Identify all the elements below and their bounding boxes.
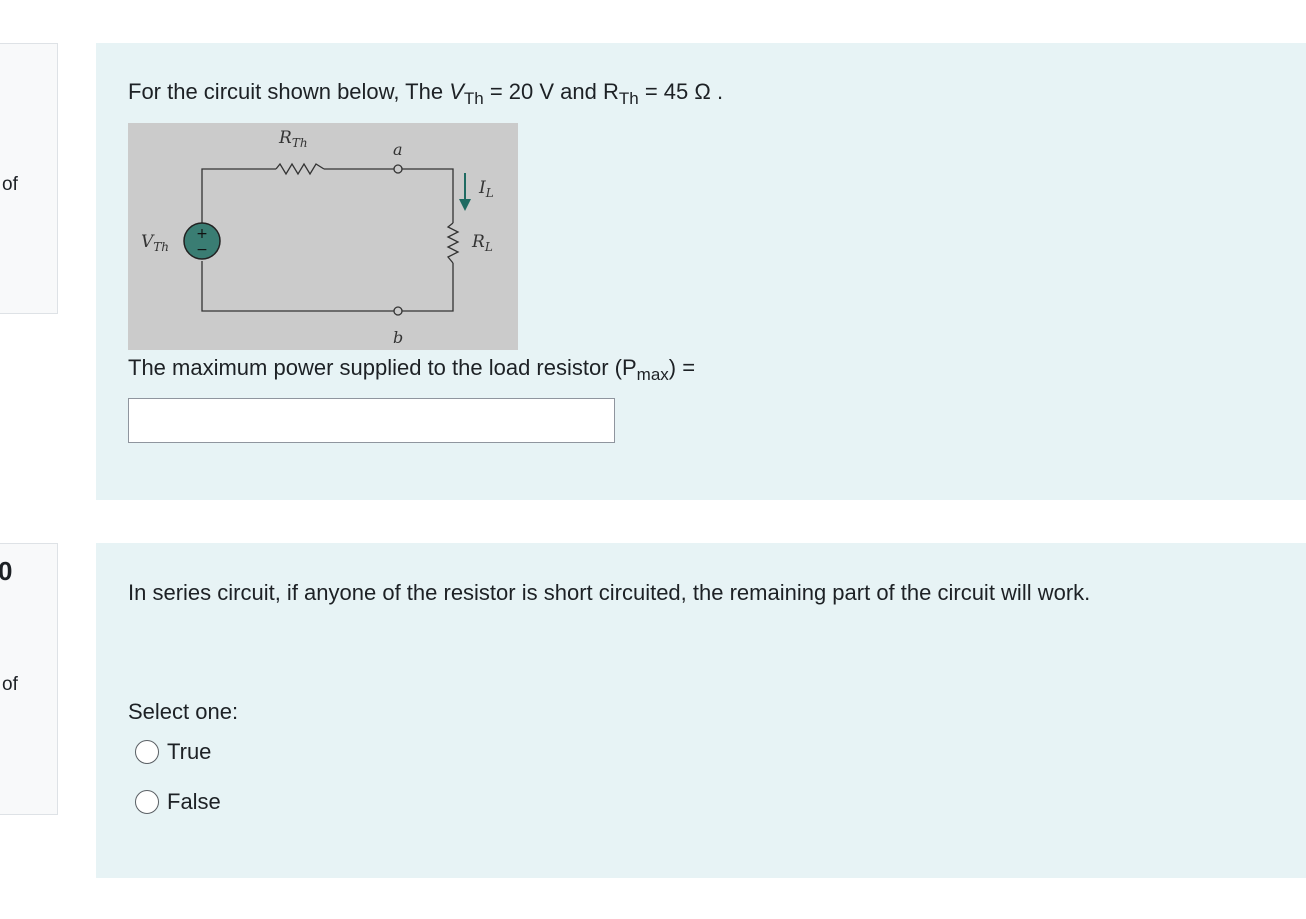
answer-input[interactable] bbox=[128, 398, 615, 443]
il-label: IL bbox=[478, 178, 494, 200]
radio-true[interactable] bbox=[135, 740, 159, 764]
current-arrow-head bbox=[459, 199, 471, 211]
question-1-prompt: For the circuit shown below, The VTh = 2… bbox=[128, 79, 724, 108]
rl-resistor-symbol bbox=[446, 222, 460, 264]
rth-resistor-symbol bbox=[275, 162, 325, 176]
wire-bottom-right bbox=[402, 263, 454, 312]
wire-bottom-left bbox=[201, 261, 394, 312]
vth-label: VTh bbox=[141, 232, 169, 254]
answer-prompt: The maximum power supplied to the load r… bbox=[128, 355, 696, 384]
terminal-a bbox=[393, 164, 403, 174]
option-true-label: True bbox=[167, 739, 212, 764]
question-1-info-of: of bbox=[2, 174, 18, 195]
question-2-prompt: In series circuit, if anyone of the resi… bbox=[128, 580, 1091, 605]
radio-false[interactable] bbox=[135, 790, 159, 814]
question-1-info: of bbox=[0, 43, 58, 314]
node-b-label: b bbox=[393, 328, 403, 347]
node-a-label: a bbox=[393, 140, 403, 159]
question-1-content: For the circuit shown below, The VTh = 2… bbox=[96, 43, 1306, 500]
terminal-b bbox=[393, 306, 403, 316]
source-plus-sign: + bbox=[196, 226, 208, 242]
option-false[interactable]: False bbox=[135, 789, 221, 815]
question-2-content: In series circuit, if anyone of the resi… bbox=[96, 543, 1306, 878]
question-2-info: 0 of bbox=[0, 543, 58, 815]
option-true[interactable]: True bbox=[135, 739, 211, 765]
select-one-label: Select one: bbox=[128, 699, 239, 724]
option-false-label: False bbox=[167, 789, 221, 814]
wire-top-right bbox=[402, 168, 454, 223]
rth-label: RTh bbox=[278, 128, 308, 150]
question-2-info-of: of bbox=[2, 674, 18, 695]
rl-label: RL bbox=[471, 232, 493, 254]
circuit-diagram: + − RTh a b VTh IL RL bbox=[128, 123, 518, 350]
question-2-number: 0 bbox=[0, 556, 13, 586]
circuit-svg: + − RTh a b VTh IL RL bbox=[141, 128, 494, 347]
source-minus-sign: − bbox=[196, 242, 208, 258]
